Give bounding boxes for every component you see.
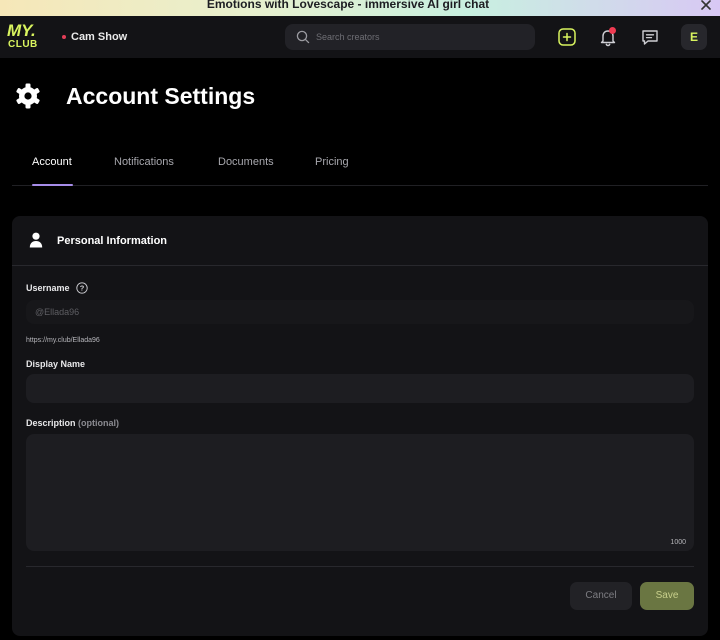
display-name-label: Display Name: [26, 359, 86, 369]
gear-icon: [16, 83, 40, 109]
card-title: Personal Information: [57, 235, 168, 247]
search-input[interactable]: [316, 24, 526, 50]
search-bar[interactable]: [285, 24, 535, 50]
description-field[interactable]: [26, 434, 694, 551]
username-label: Username: [26, 283, 70, 293]
card-header: Personal Information: [12, 216, 708, 266]
svg-text:?: ?: [80, 284, 85, 293]
close-icon[interactable]: [700, 0, 712, 11]
promo-text[interactable]: Emotions with Lovescape - immersive AI g…: [0, 0, 696, 12]
logo-text-club: CLUB: [8, 39, 38, 50]
live-indicator-icon: [62, 35, 66, 39]
notifications-button[interactable]: [597, 26, 619, 48]
divider: [26, 566, 694, 567]
cancel-button[interactable]: Cancel: [570, 582, 632, 610]
tab-notifications[interactable]: Notifications: [114, 155, 174, 169]
myclub-logo[interactable]: MY. CLUB: [7, 21, 51, 51]
logo-text-my: MY.: [7, 21, 36, 40]
save-button[interactable]: Save: [640, 582, 694, 610]
cam-show-link[interactable]: Cam Show: [71, 30, 127, 44]
notification-badge: [609, 27, 616, 34]
search-icon: [296, 30, 310, 44]
display-name-field[interactable]: [26, 374, 694, 403]
personal-information-card: Personal Information Username ? https://…: [12, 216, 708, 636]
help-icon[interactable]: ?: [76, 282, 88, 294]
description-label-text: Description: [26, 418, 76, 428]
active-tab-indicator: [32, 184, 73, 186]
promo-banner[interactable]: Emotions with Lovescape - immersive AI g…: [0, 0, 720, 16]
optional-tag: (optional): [78, 418, 120, 428]
character-counter: 1000: [670, 539, 686, 546]
tab-pricing[interactable]: Pricing: [315, 155, 349, 169]
top-navigation-bar: MY. CLUB Cam Show E: [0, 16, 720, 58]
tab-documents[interactable]: Documents: [218, 155, 274, 169]
description-label: Description (optional): [26, 417, 119, 429]
page-title: Account Settings: [66, 83, 256, 109]
person-icon: [29, 232, 43, 248]
settings-tabs: Account Notifications Documents Pricing: [12, 146, 708, 186]
messages-icon[interactable]: [639, 26, 661, 48]
create-post-icon[interactable]: [556, 26, 578, 48]
profile-url: https://my.club/Ellada96: [26, 337, 100, 344]
username-field[interactable]: [26, 300, 694, 324]
user-avatar[interactable]: E: [681, 24, 707, 50]
tab-account[interactable]: Account: [32, 155, 72, 169]
